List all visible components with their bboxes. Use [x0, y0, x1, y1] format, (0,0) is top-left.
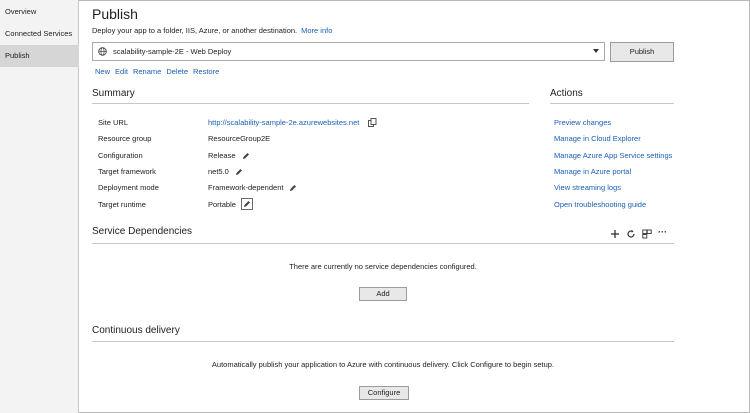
- manage-app-service-settings-link[interactable]: Manage Azure App Service settings: [554, 151, 672, 160]
- service-dependencies-heading: Service Dependencies: [92, 226, 193, 237]
- manage-azure-portal-link[interactable]: Manage in Azure portal: [554, 167, 631, 176]
- target-runtime-label: Target runtime: [98, 200, 146, 209]
- restore-profile-link[interactable]: Restore: [193, 67, 219, 76]
- continuous-delivery-text: Automatically publish your application t…: [211, 360, 555, 369]
- resource-group-value: ResourceGroup2E: [208, 134, 270, 143]
- profile-dropdown[interactable]: scalability-sample-2E - Web Deploy: [92, 42, 605, 61]
- actions-heading: Actions: [550, 88, 583, 99]
- continuous-delivery-divider: [92, 341, 674, 342]
- resource-group-label: Resource group: [98, 134, 152, 143]
- add-dependency-button[interactable]: Add: [359, 287, 407, 301]
- sidebar: Overview Connected Services Publish: [0, 0, 79, 413]
- delete-profile-link[interactable]: Delete: [166, 67, 188, 76]
- chevron-down-icon: [593, 49, 599, 53]
- target-framework-label: Target framework: [98, 167, 156, 176]
- sidebar-item-connected-services[interactable]: Connected Services: [0, 23, 79, 45]
- refresh-icon[interactable]: [626, 229, 636, 239]
- new-profile-link[interactable]: New: [95, 67, 110, 76]
- rename-profile-link[interactable]: Rename: [133, 67, 161, 76]
- deployment-mode-text: Framework-dependent: [208, 183, 284, 192]
- site-url-value: http://scalability-sample-2e.azurewebsit…: [208, 118, 377, 127]
- configuration-label: Configuration: [98, 151, 143, 160]
- edit-target-framework-icon[interactable]: [235, 168, 243, 176]
- copy-icon[interactable]: [368, 118, 377, 127]
- sidebar-item-publish[interactable]: Publish: [0, 45, 79, 67]
- page-subtitle: Deploy your app to a folder, IIS, Azure,…: [92, 26, 332, 35]
- sidebar-item-overview[interactable]: Overview: [0, 1, 79, 23]
- configuration-text: Release: [208, 151, 236, 160]
- service-dependencies-divider: [92, 243, 674, 244]
- edit-deployment-mode-icon[interactable]: [289, 184, 297, 192]
- add-icon[interactable]: [610, 229, 620, 239]
- manage-dependencies-icon[interactable]: [642, 229, 652, 239]
- profile-dropdown-value: scalability-sample-2E - Web Deploy: [113, 47, 232, 56]
- deployment-mode-value: Framework-dependent: [208, 183, 297, 192]
- subtitle-text: Deploy your app to a folder, IIS, Azure,…: [92, 26, 298, 35]
- target-runtime-value: Portable: [208, 198, 253, 210]
- summary-divider: [92, 103, 529, 104]
- page-title: Publish: [92, 6, 138, 22]
- more-info-link[interactable]: More info: [301, 26, 332, 35]
- target-framework-value: net5.0: [208, 167, 243, 176]
- troubleshooting-guide-link[interactable]: Open troubleshooting guide: [554, 200, 646, 209]
- configure-button[interactable]: Configure: [359, 386, 409, 400]
- edit-profile-link[interactable]: Edit: [115, 67, 128, 76]
- configuration-value: Release: [208, 151, 250, 160]
- actions-divider: [550, 103, 674, 104]
- more-options-icon[interactable]: ···: [658, 228, 668, 239]
- continuous-delivery-heading: Continuous delivery: [92, 325, 180, 336]
- target-runtime-text: Portable: [208, 199, 236, 209]
- profile-actions: New Edit Rename Delete Restore: [95, 67, 224, 76]
- publish-button[interactable]: Publish: [610, 42, 674, 62]
- preview-changes-link[interactable]: Preview changes: [554, 118, 611, 127]
- deployment-mode-label: Deployment mode: [98, 183, 159, 192]
- summary-heading: Summary: [92, 88, 135, 99]
- target-framework-text: net5.0: [208, 167, 229, 176]
- edit-configuration-icon[interactable]: [242, 152, 250, 160]
- site-url-label: Site URL: [98, 118, 129, 127]
- site-url-link[interactable]: http://scalability-sample-2e.azurewebsit…: [208, 118, 359, 127]
- web-deploy-icon: [98, 47, 107, 56]
- manage-cloud-explorer-link[interactable]: Manage in Cloud Explorer: [554, 134, 641, 143]
- view-streaming-logs-link[interactable]: View streaming logs: [554, 183, 621, 192]
- no-dependencies-text: There are currently no service dependenc…: [289, 262, 477, 271]
- edit-target-runtime-icon[interactable]: [240, 198, 253, 210]
- resource-group-text: ResourceGroup2E: [208, 134, 271, 143]
